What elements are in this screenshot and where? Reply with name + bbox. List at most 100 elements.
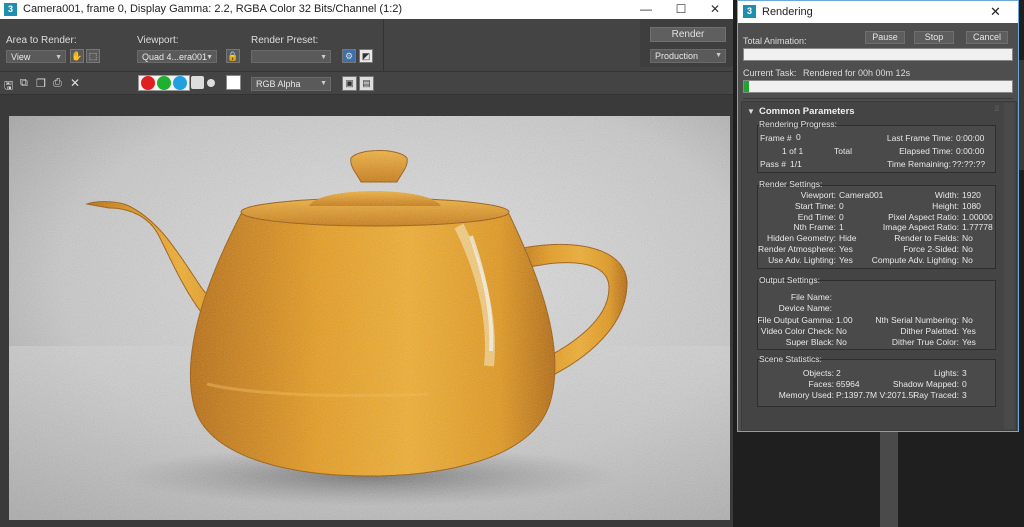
- render-button[interactable]: Render: [650, 27, 726, 42]
- environment-icon[interactable]: ◩: [359, 49, 373, 63]
- render-setup-icon[interactable]: ⚙: [342, 49, 356, 63]
- output-settings-label: Output Settings:: [759, 275, 820, 285]
- time-remaining-label: Time Remaining:: [887, 159, 951, 169]
- blue-channel-icon[interactable]: [173, 76, 187, 90]
- toggle-ui-icon[interactable]: ▤: [359, 76, 374, 91]
- red-channel-icon[interactable]: [141, 76, 155, 90]
- toolbar-divider: [383, 19, 384, 71]
- collapse-arrow-icon[interactable]: ▼: [747, 107, 755, 116]
- total-label: Total: [834, 146, 852, 156]
- teapot-render: [9, 116, 730, 520]
- copy-image-icon[interactable]: ⧉: [20, 77, 28, 90]
- last-frame-time-value: 0:00:00: [956, 133, 985, 143]
- elapsed-time-label: Elapsed Time:: [899, 146, 953, 156]
- setting-label: Lights:: [933, 368, 959, 378]
- setting-label: Render Atmosphere:: [758, 244, 836, 254]
- rendering-dialog: 3 Rendering ✕ Total Animation: Pause Sto…: [737, 0, 1019, 432]
- production-dropdown[interactable]: Production ▼: [650, 49, 726, 63]
- monochrome-icon[interactable]: [207, 79, 215, 87]
- setting-label: Nth Serial Numbering:: [875, 315, 959, 325]
- elapsed-time-value: 0:00:00: [956, 146, 985, 156]
- close-button[interactable]: ✕: [697, 0, 733, 19]
- clone-window-icon[interactable]: ❐: [36, 77, 46, 90]
- channel-display-dropdown[interactable]: RGB Alpha ▼: [251, 77, 331, 91]
- setting-value: No: [836, 326, 847, 337]
- render-settings-label: Render Settings:: [759, 179, 823, 189]
- frame-window-titlebar[interactable]: 3 Camera001, frame 0, Display Gamma: 2.2…: [0, 0, 733, 19]
- pass-value: 1/1: [790, 159, 802, 169]
- setting-label: Start Time:: [794, 200, 836, 211]
- viewport-label: Viewport:: [137, 35, 179, 46]
- rendered-image: [9, 116, 730, 520]
- setting-label: Dither True Color:: [891, 337, 959, 348]
- frame-of-value: 1 of 1: [782, 146, 804, 156]
- current-task-label: Current Task:: [743, 68, 797, 78]
- app-icon: 3: [4, 3, 17, 16]
- chevron-down-icon: ▼: [320, 80, 327, 87]
- minimize-button[interactable]: —: [628, 0, 664, 19]
- scene-statistics-rows: Objects: 2 Faces: 65964 Memory Used: P:1397.7…: [757, 368, 996, 404]
- edit-region-icon[interactable]: ✋: [70, 49, 84, 63]
- setting-label: Super Black:: [785, 337, 834, 348]
- setting-label: Height:: [932, 200, 959, 211]
- setting-value: 3: [962, 368, 967, 378]
- pause-button[interactable]: Pause: [865, 31, 905, 44]
- setting-value: 0: [839, 211, 844, 222]
- file-name-label: File Name:: [790, 292, 832, 302]
- setting-value: 1.00: [836, 315, 853, 325]
- setting-value: Yes: [839, 254, 853, 265]
- setting-value: No: [962, 315, 973, 325]
- rendered-frame-window: 3 Camera001, frame 0, Display Gamma: 2.2…: [0, 0, 733, 527]
- stop-button[interactable]: Stop: [914, 31, 954, 44]
- frame-window-toolbar: Area to Render: View ▼ ✋ ⬚ Viewport: Quad…: [0, 19, 733, 72]
- setting-value: 0: [839, 200, 844, 211]
- close-button[interactable]: ✕: [990, 4, 1001, 20]
- setting-label: Shadow Mapped:: [892, 379, 959, 390]
- setting-value: 1080: [962, 200, 981, 211]
- setting-label: Ray Traced:: [913, 390, 959, 401]
- setting-label: Compute Adv. Lighting:: [871, 254, 959, 265]
- setting-label: Force 2-Sided:: [903, 244, 959, 254]
- setting-label: Render to Fields:: [894, 233, 959, 244]
- frame-window-toolbar-secondary: 🖫 ⧉ ❐ ⎙ ✕ RGB Alpha ▼ ▣ ▤: [0, 72, 733, 95]
- setting-value: 0: [962, 379, 967, 390]
- alpha-channel-icon[interactable]: [191, 76, 204, 89]
- render-preset-label: Render Preset:: [251, 35, 319, 46]
- setting-label: Width:: [934, 190, 959, 200]
- viewport-value: Quad 4...era001: [142, 52, 208, 62]
- viewport-dropdown[interactable]: Quad 4...era001 ▼: [137, 50, 217, 63]
- frame-window-title: Camera001, frame 0, Display Gamma: 2.2, …: [23, 3, 403, 15]
- auto-region-icon[interactable]: ⬚: [86, 49, 100, 63]
- total-animation-progress: [743, 48, 1013, 61]
- setting-value: No: [962, 244, 973, 254]
- print-image-icon[interactable]: ⎙: [53, 77, 62, 90]
- background-panel: [880, 432, 898, 527]
- common-parameters-label[interactable]: Common Parameters: [759, 106, 855, 117]
- app-icon: 3: [743, 5, 756, 18]
- save-image-icon[interactable]: 🖫: [4, 77, 13, 96]
- clear-icon[interactable]: ✕: [70, 76, 80, 90]
- cancel-button[interactable]: Cancel: [966, 31, 1008, 44]
- toggle-ui-overlay-icon[interactable]: ▣: [342, 76, 357, 91]
- setting-label: Objects:: [802, 368, 834, 378]
- divider: [743, 98, 1013, 99]
- rollout-grip-icon[interactable]: ⁞⁞: [995, 106, 999, 113]
- render-preset-dropdown[interactable]: ▼: [251, 50, 331, 63]
- area-to-render-value: View: [11, 52, 31, 62]
- area-to-render-dropdown[interactable]: View ▼: [6, 50, 66, 63]
- setting-value: No: [962, 254, 973, 265]
- scene-statistics-label: Scene Statistics:: [759, 354, 822, 364]
- maximize-button[interactable]: ☐: [663, 0, 699, 19]
- lock-icon[interactable]: 🔒: [226, 49, 240, 63]
- setting-value: 2: [836, 368, 841, 378]
- green-channel-icon[interactable]: [157, 76, 171, 90]
- setting-label: End Time:: [797, 211, 836, 222]
- rendering-titlebar[interactable]: 3 Rendering ✕: [738, 1, 1018, 23]
- channel-display-value: RGB Alpha: [256, 79, 301, 89]
- production-value: Production: [655, 51, 699, 61]
- scrollbar[interactable]: [1004, 103, 1014, 429]
- rendering-progress-label: Rendering Progress:: [759, 119, 837, 129]
- swatch-icon[interactable]: [226, 75, 241, 90]
- setting-label: Pixel Aspect Ratio:: [888, 211, 959, 222]
- setting-label: Nth Frame:: [793, 222, 836, 233]
